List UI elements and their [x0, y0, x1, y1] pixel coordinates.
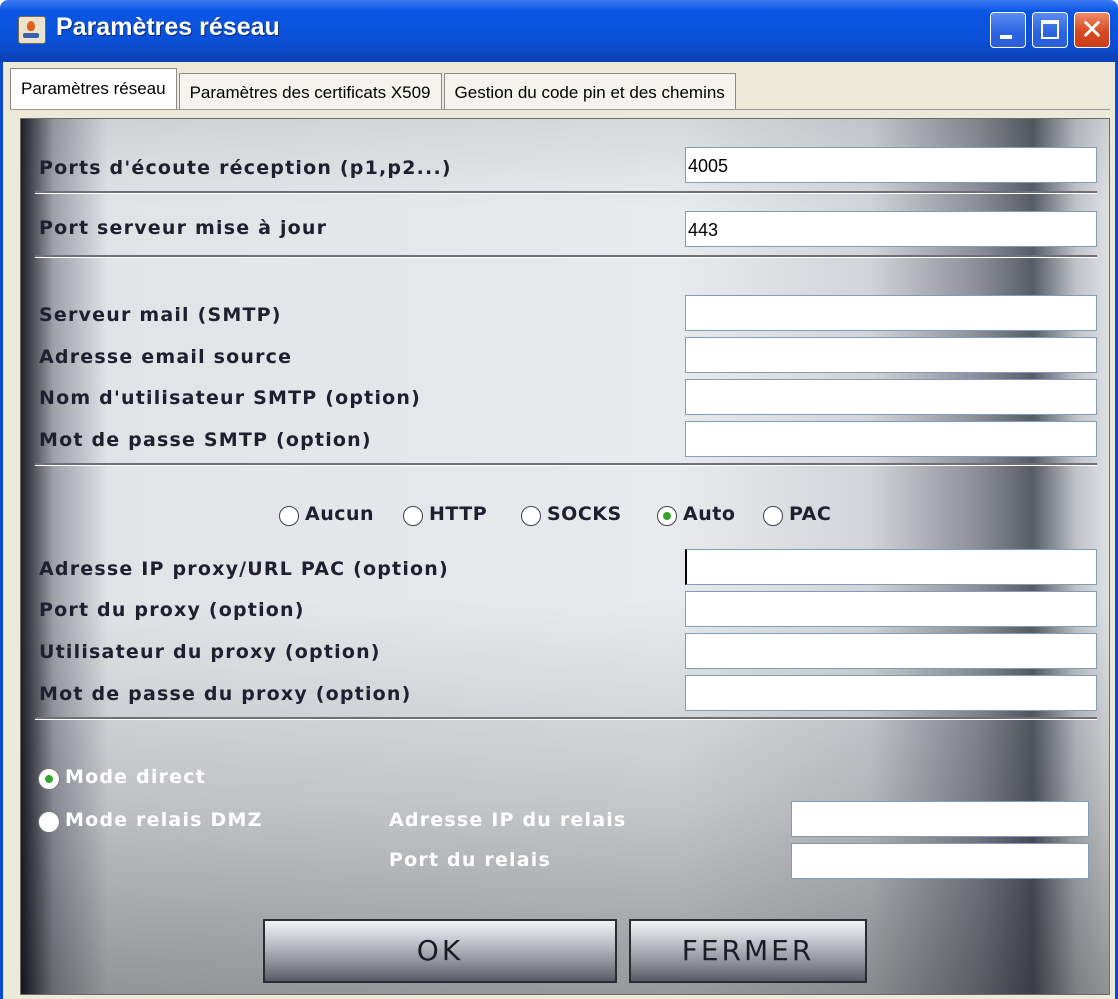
- relay-port-label: Port du relais: [389, 849, 551, 871]
- proxy-user-input[interactable]: [685, 633, 1097, 669]
- proxy-password-input[interactable]: [685, 675, 1097, 711]
- tab-divider: [10, 109, 1110, 110]
- proxy-port-label: Port du proxy (option): [39, 599, 305, 621]
- maximize-button[interactable]: [1032, 12, 1068, 48]
- proxy-port-input[interactable]: [685, 591, 1097, 627]
- tab-code-pin-chemins[interactable]: Gestion du code pin et des chemins: [443, 73, 736, 110]
- update-port-label: Port serveur mise à jour: [39, 217, 328, 239]
- update-port-input[interactable]: 443: [685, 211, 1097, 247]
- smtp-server-label: Serveur mail (SMTP): [39, 304, 282, 326]
- smtp-user-input[interactable]: [685, 379, 1097, 415]
- smtp-password-input[interactable]: [685, 421, 1097, 457]
- proxy-mode-aucun-radio[interactable]: [279, 506, 299, 526]
- proxy-mode-auto-label: Auto: [683, 503, 736, 525]
- relay-ip-label: Adresse IP du relais: [389, 809, 627, 831]
- separator: [35, 717, 1097, 720]
- proxy-mode-http-label: HTTP: [429, 503, 488, 525]
- tab-parametres-reseau[interactable]: Paramètres réseau: [10, 68, 177, 110]
- proxy-mode-pac-label: PAC: [789, 503, 832, 525]
- proxy-mode-auto-radio[interactable]: [657, 506, 677, 526]
- proxy-mode-http-radio[interactable]: [403, 506, 423, 526]
- proxy-mode-socks-label: SOCKS: [547, 503, 622, 525]
- separator: [35, 463, 1097, 466]
- source-email-input[interactable]: [685, 337, 1097, 373]
- close-window-button[interactable]: ✕: [1074, 12, 1110, 48]
- minimize-button[interactable]: [990, 12, 1026, 48]
- tab-strip: Paramètres réseau Paramètres des certifi…: [10, 68, 738, 110]
- java-coffee-icon: [18, 16, 46, 44]
- smtp-user-label: Nom d'utilisateur SMTP (option): [39, 387, 422, 409]
- relay-port-input[interactable]: [791, 843, 1089, 879]
- close-button[interactable]: FERMER: [629, 919, 867, 983]
- maximize-icon: [1041, 20, 1059, 39]
- smtp-password-label: Mot de passe SMTP (option): [39, 429, 372, 451]
- proxy-mode-pac-radio[interactable]: [763, 506, 783, 526]
- proxy-address-label: Adresse IP proxy/URL PAC (option): [39, 558, 449, 580]
- listen-ports-label: Ports d'écoute réception (p1,p2...): [39, 157, 452, 179]
- listen-ports-input[interactable]: 4005: [685, 147, 1097, 183]
- source-email-label: Adresse email source: [39, 346, 293, 368]
- mode-direct-label: Mode direct: [65, 766, 206, 788]
- relay-ip-input[interactable]: [791, 801, 1089, 837]
- smtp-server-input[interactable]: [685, 295, 1097, 331]
- mode-relay-label: Mode relais DMZ: [65, 809, 263, 831]
- ok-button[interactable]: OK: [263, 919, 617, 983]
- tab-certificats-x509[interactable]: Paramètres des certificats X509: [178, 73, 442, 110]
- proxy-address-input[interactable]: [685, 549, 1097, 585]
- proxy-user-label: Utilisateur du proxy (option): [39, 641, 381, 663]
- close-icon: ✕: [1080, 13, 1104, 46]
- minimize-icon: [1000, 35, 1012, 39]
- separator: [35, 191, 1097, 194]
- proxy-mode-aucun-label: Aucun: [305, 503, 375, 525]
- proxy-mode-socks-radio[interactable]: [521, 506, 541, 526]
- separator: [35, 255, 1097, 258]
- title-bar: Paramètres réseau ✕: [0, 0, 1118, 62]
- network-settings-panel: Ports d'écoute réception (p1,p2...) 4005…: [20, 118, 1110, 995]
- window-title: Paramètres réseau: [56, 13, 280, 41]
- mode-direct-radio[interactable]: [39, 769, 59, 789]
- proxy-password-label: Mot de passe du proxy (option): [39, 683, 412, 705]
- mode-relay-radio[interactable]: [39, 812, 59, 832]
